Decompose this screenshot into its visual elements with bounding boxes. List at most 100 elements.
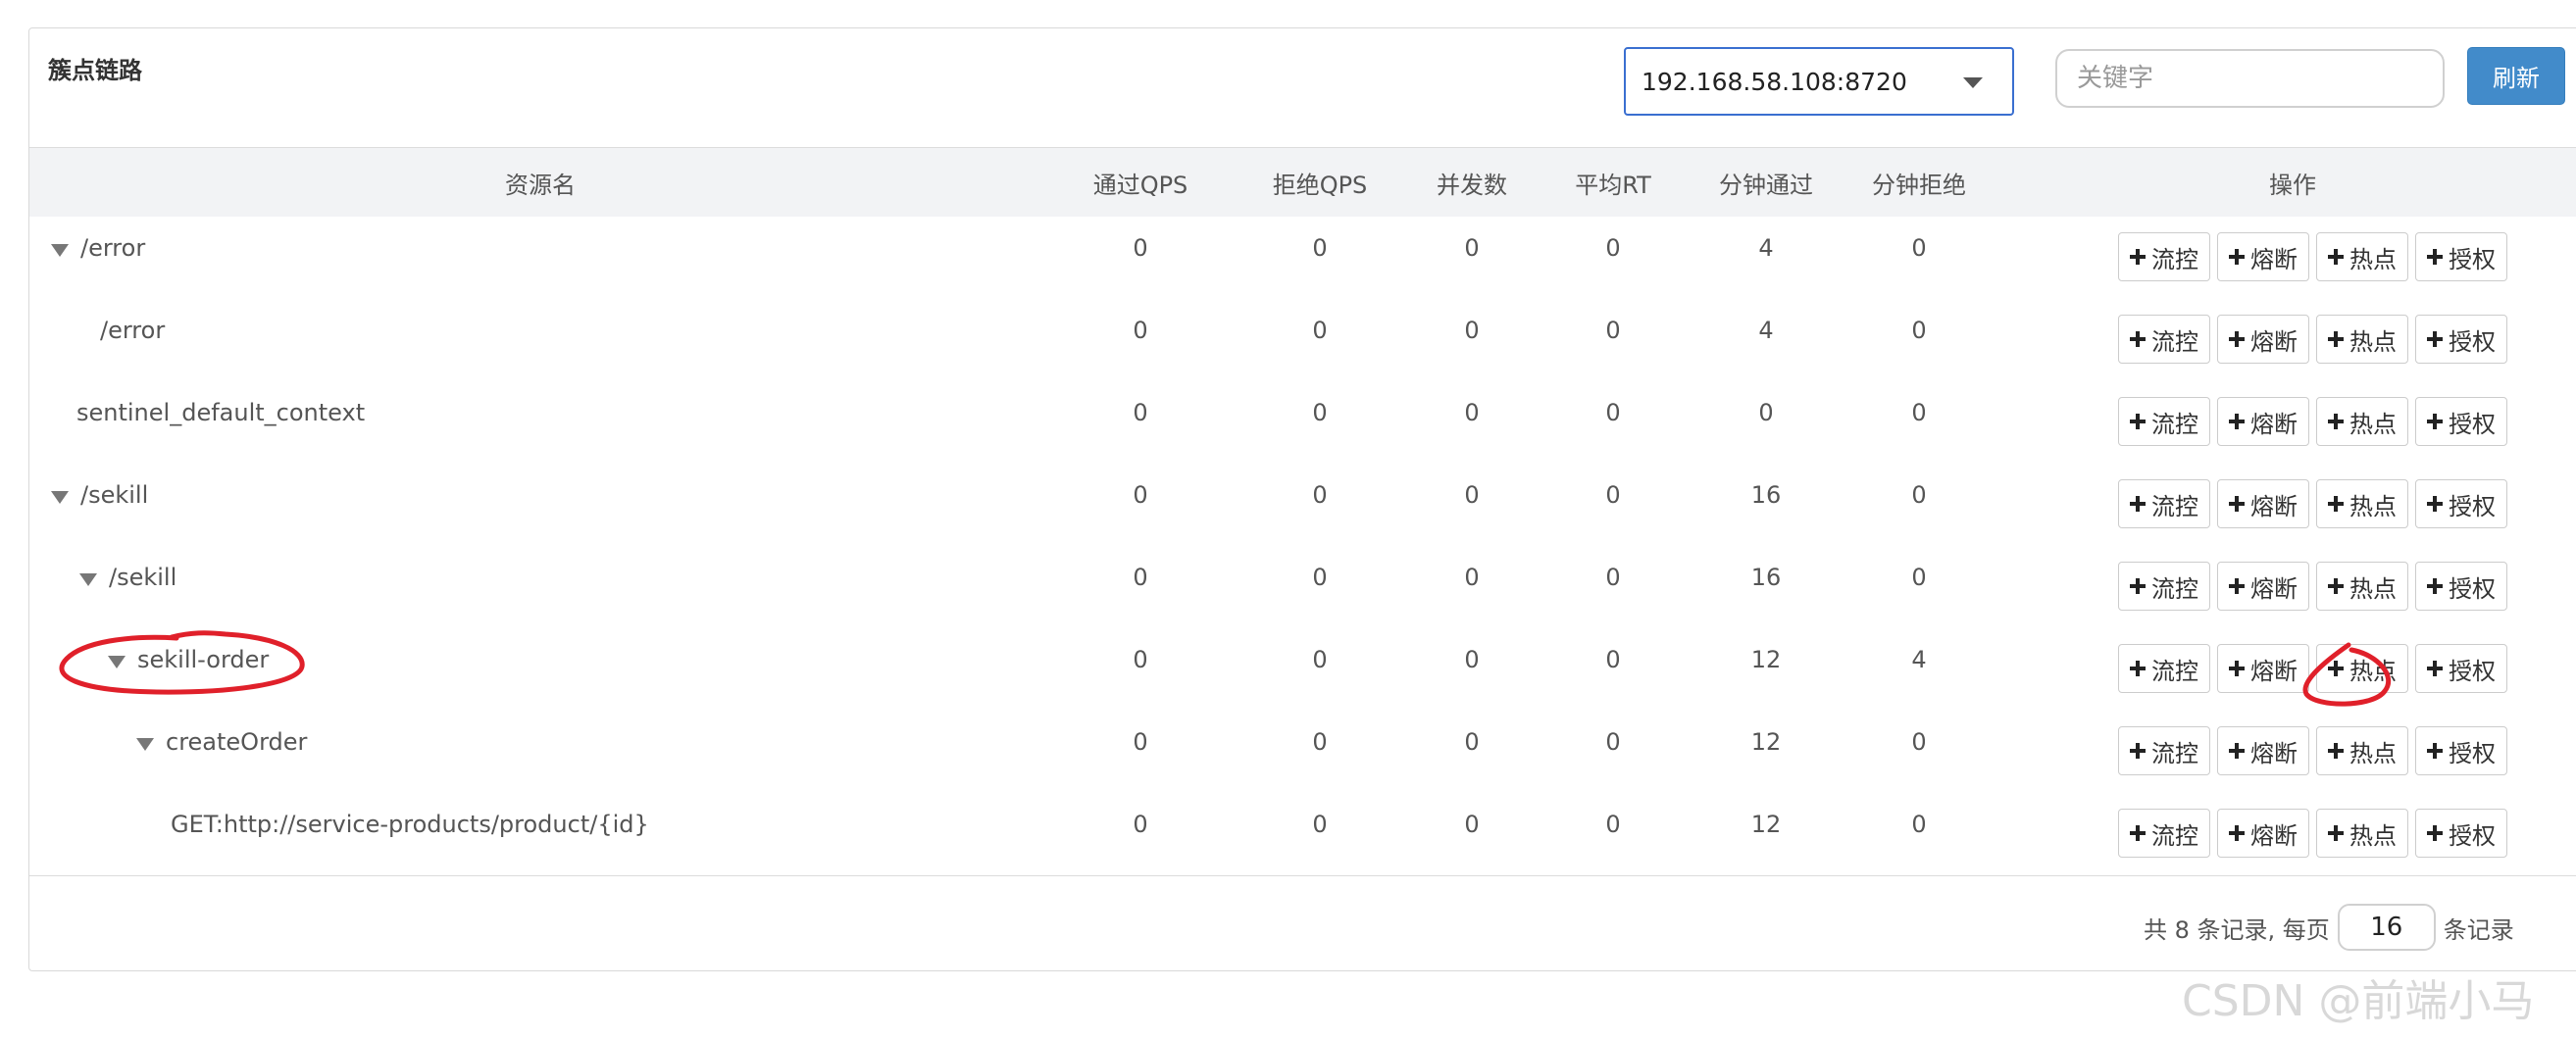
hotspot-button[interactable]: 热点 — [2316, 562, 2408, 611]
hotspot-button[interactable]: 热点 — [2316, 809, 2408, 858]
plus-icon — [2427, 496, 2443, 512]
flow-control-button[interactable]: 流控 — [2118, 479, 2210, 528]
row-actions: 流控 熔断 热点 授权 — [2118, 479, 2507, 528]
search-input[interactable] — [2055, 49, 2445, 108]
flow-control-button[interactable]: 流控 — [2118, 232, 2210, 281]
action-label: 流控 — [2151, 657, 2198, 685]
action-label: 流控 — [2151, 739, 2198, 767]
refresh-button[interactable]: 刷新 — [2467, 47, 2565, 105]
plus-icon — [2427, 249, 2443, 265]
resource-name-label: /sekill — [109, 564, 177, 591]
authority-button[interactable]: 授权 — [2415, 644, 2507, 693]
column-header-resource: 资源名 — [505, 172, 576, 199]
cell-minute-pass: 4 — [1758, 234, 1774, 262]
hotspot-button[interactable]: 热点 — [2316, 644, 2408, 693]
cell-minute-pass: 0 — [1758, 399, 1774, 426]
cell-minute-block: 0 — [1911, 399, 1927, 426]
authority-button[interactable]: 授权 — [2415, 726, 2507, 775]
row-actions: 流控 熔断 热点 授权 — [2118, 397, 2507, 446]
hotspot-button[interactable]: 热点 — [2316, 397, 2408, 446]
action-label: 授权 — [2449, 492, 2496, 520]
flow-control-button[interactable]: 流控 — [2118, 562, 2210, 611]
flow-control-button[interactable]: 流控 — [2118, 397, 2210, 446]
degrade-button[interactable]: 熔断 — [2217, 397, 2309, 446]
plus-icon — [2130, 414, 2146, 429]
cell-minute-block: 0 — [1911, 481, 1927, 509]
degrade-button[interactable]: 熔断 — [2217, 562, 2309, 611]
table-header: 资源名 通过QPS 拒绝QPS 并发数 平均RT 分钟通过 分钟拒绝 操作 — [29, 147, 2576, 218]
authority-button[interactable]: 授权 — [2415, 232, 2507, 281]
action-label: 熔断 — [2250, 574, 2298, 603]
degrade-button[interactable]: 熔断 — [2217, 315, 2309, 364]
authority-button[interactable]: 授权 — [2415, 315, 2507, 364]
hotspot-button[interactable]: 热点 — [2316, 479, 2408, 528]
cell-block-qps: 0 — [1312, 317, 1328, 344]
authority-button[interactable]: 授权 — [2415, 562, 2507, 611]
plus-icon — [2130, 496, 2146, 512]
tree-toggle-icon[interactable] — [136, 737, 154, 751]
plus-icon — [2427, 578, 2443, 594]
action-label: 熔断 — [2250, 739, 2298, 767]
action-label: 流控 — [2151, 492, 2198, 520]
plus-icon — [2130, 331, 2146, 347]
cell-block-qps: 0 — [1312, 728, 1328, 756]
flow-control-button[interactable]: 流控 — [2118, 644, 2210, 693]
cell-resource-name: createOrder — [136, 728, 307, 756]
cell-minute-pass: 16 — [1750, 564, 1782, 591]
degrade-button[interactable]: 熔断 — [2217, 809, 2309, 858]
cell-block-qps: 0 — [1312, 646, 1328, 673]
cell-minute-pass: 16 — [1750, 481, 1782, 509]
degrade-button[interactable]: 熔断 — [2217, 232, 2309, 281]
column-header-block-qps: 拒绝QPS — [1272, 172, 1368, 199]
cell-minute-pass: 12 — [1750, 811, 1782, 838]
action-label: 熔断 — [2250, 492, 2298, 520]
plus-icon — [2229, 743, 2245, 759]
authority-button[interactable]: 授权 — [2415, 397, 2507, 446]
panel-title: 簇点链路 — [48, 57, 142, 84]
column-header-concurrency: 并发数 — [1437, 172, 1507, 199]
machine-select[interactable]: 192.168.58.108:8720 — [1624, 47, 2014, 116]
plus-icon — [2130, 249, 2146, 265]
authority-button[interactable]: 授权 — [2415, 809, 2507, 858]
resource-name-label: createOrder — [166, 728, 308, 756]
plus-icon — [2328, 249, 2344, 265]
cell-resource-name: sentinel_default_context — [76, 399, 365, 426]
cell-pass-qps: 0 — [1133, 811, 1148, 838]
cell-avg-rt: 0 — [1605, 399, 1621, 426]
action-label: 授权 — [2449, 739, 2496, 767]
plus-icon — [2130, 743, 2146, 759]
authority-button[interactable]: 授权 — [2415, 479, 2507, 528]
cell-pass-qps: 0 — [1133, 399, 1148, 426]
cell-minute-block: 0 — [1911, 564, 1927, 591]
action-label: 热点 — [2349, 739, 2397, 767]
resource-name-label: GET:http://service-products/product/{id} — [171, 811, 649, 838]
plus-icon — [2229, 249, 2245, 265]
tree-toggle-icon[interactable] — [108, 655, 126, 668]
tree-toggle-icon[interactable] — [51, 243, 69, 257]
cell-avg-rt: 0 — [1605, 811, 1621, 838]
cell-pass-qps: 0 — [1133, 481, 1148, 509]
hotspot-button[interactable]: 热点 — [2316, 315, 2408, 364]
plus-icon — [2130, 825, 2146, 841]
action-label: 熔断 — [2250, 657, 2298, 685]
cell-block-qps: 0 — [1312, 811, 1328, 838]
resource-name-label: /error — [100, 317, 166, 344]
degrade-button[interactable]: 熔断 — [2217, 726, 2309, 775]
flow-control-button[interactable]: 流控 — [2118, 315, 2210, 364]
action-label: 流控 — [2151, 245, 2198, 273]
cell-block-qps: 0 — [1312, 481, 1328, 509]
row-actions: 流控 熔断 热点 授权 — [2118, 315, 2507, 364]
flow-control-button[interactable]: 流控 — [2118, 726, 2210, 775]
degrade-button[interactable]: 熔断 — [2217, 644, 2309, 693]
plus-icon — [2427, 743, 2443, 759]
cell-resource-name: sekill-order — [108, 646, 269, 673]
cell-concurrency: 0 — [1464, 811, 1480, 838]
tree-toggle-icon[interactable] — [51, 490, 69, 504]
table-row: /sekill 0 0 0 0 16 0 流控 熔断 热点 授权 — [29, 546, 2576, 629]
hotspot-button[interactable]: 热点 — [2316, 726, 2408, 775]
tree-toggle-icon[interactable] — [79, 572, 97, 586]
page-size-input[interactable] — [2337, 904, 2436, 951]
degrade-button[interactable]: 熔断 — [2217, 479, 2309, 528]
flow-control-button[interactable]: 流控 — [2118, 809, 2210, 858]
hotspot-button[interactable]: 热点 — [2316, 232, 2408, 281]
